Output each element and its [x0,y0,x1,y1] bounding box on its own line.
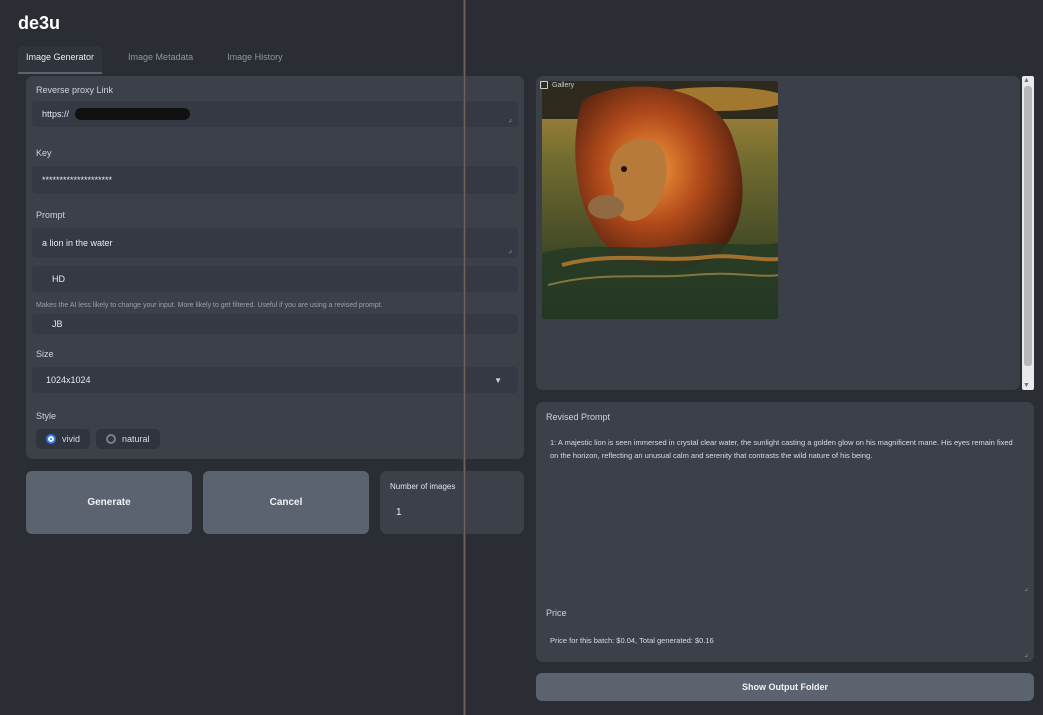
prompt-value: a lion in the water [42,238,113,248]
tab-bar: Image Generator Image Metadata Image His… [18,46,291,74]
style-option-label: natural [122,434,150,444]
prompt-label: Prompt [36,210,66,220]
size-value: 1024x1024 [46,375,91,385]
style-option-label: vivid [62,434,81,444]
screen-crease-divider [463,0,466,715]
proxy-value: https:// [42,109,70,119]
jb-field[interactable]: JB [32,314,518,334]
proxy-label: Reverse proxy Link [36,85,114,95]
radio-checked-icon [46,434,56,444]
scroll-thumb[interactable] [1024,86,1032,366]
style-label: Style [36,411,57,421]
size-dropdown[interactable]: 1024x1024 ▼ [32,367,518,393]
proxy-input[interactable]: https:// ⌟ [32,101,518,127]
gallery-label: Gallery [540,81,574,89]
number-of-images-input[interactable]: 1 [396,507,402,518]
gallery-panel: Gallery [536,76,1020,390]
key-label: Key [36,148,52,158]
price-text: Price for this batch: $0.04, Total gener… [550,636,714,645]
gallery-label-text: Gallery [552,81,575,89]
generate-button[interactable]: Generate [26,471,192,534]
jb-value: JB [52,319,63,329]
key-input[interactable]: ******************** [32,166,518,194]
app-title: de3u [18,13,61,33]
tab-image-metadata[interactable]: Image Metadata [120,46,201,74]
tab-image-history[interactable]: Image History [219,46,291,74]
quality-value: HD [52,274,65,284]
gallery-scrollbar[interactable]: ▲ ▼ [1022,76,1034,390]
image-icon [540,81,548,89]
radio-unchecked-icon [106,434,117,444]
revised-prompt-panel: Revised Prompt 1: A majestic lion is see… [536,402,1034,662]
show-output-folder-button[interactable]: Show Output Folder [536,673,1034,701]
chevron-down-icon: ▼ [494,376,502,385]
size-label: Size [36,349,54,359]
number-of-images-panel: Number of images 1 [380,471,524,534]
prompt-hint: Makes the AI less likely to change your … [36,302,383,309]
style-radio-group: vivid natural [36,429,160,449]
resize-handle-icon[interactable]: ⌟ [508,114,512,123]
scroll-up-icon[interactable]: ▲ [1023,77,1030,84]
style-option-vivid[interactable]: vivid [36,429,91,449]
scroll-down-icon[interactable]: ▼ [1023,382,1030,389]
resize-handle-icon[interactable]: ⌟ [1024,583,1028,592]
gallery-image[interactable] [542,81,778,319]
generated-lion-image [542,81,778,319]
number-of-images-label: Number of images [390,482,456,491]
cancel-button[interactable]: Cancel [203,471,369,534]
quality-field[interactable]: HD [32,266,518,292]
resize-handle-icon[interactable]: ⌟ [1024,649,1028,658]
key-value: ******************** [42,175,113,185]
tab-image-generator[interactable]: Image Generator [18,46,103,74]
price-label: Price [546,608,567,618]
prompt-input[interactable]: a lion in the water ⌟ [32,228,518,258]
redacted-block [75,108,191,120]
resize-handle-icon[interactable]: ⌟ [508,245,512,254]
revised-prompt-text: 1: A majestic lion is seen immersed in c… [550,438,1013,460]
revised-prompt-label: Revised Prompt [546,412,611,422]
generator-form-panel: Reverse proxy Link https:// ⌟ Key ******… [26,76,524,459]
style-option-natural[interactable]: natural [96,429,160,449]
